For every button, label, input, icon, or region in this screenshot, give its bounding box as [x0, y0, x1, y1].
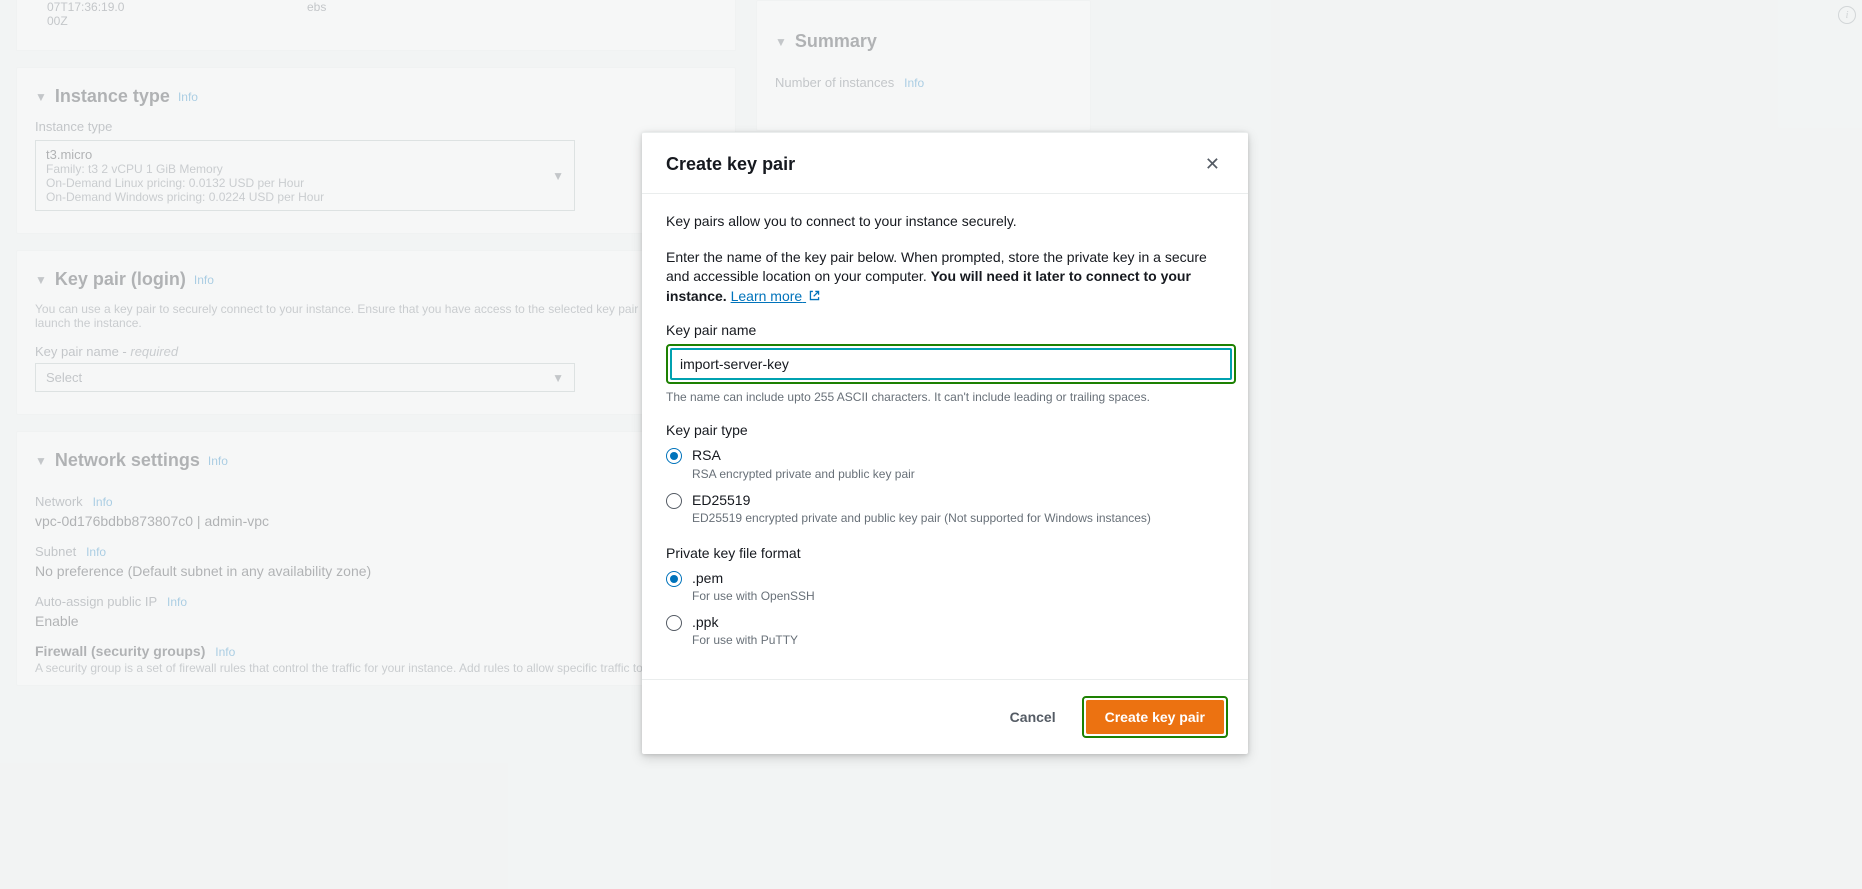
- create-key-pair-button[interactable]: Create key pair: [1086, 700, 1224, 734]
- radio-label: RSA: [692, 446, 915, 464]
- radio-desc: For use with OpenSSH: [692, 589, 815, 603]
- radio-desc: For use with PuTTY: [692, 633, 798, 647]
- key-pair-name-label: Key pair name: [666, 322, 1224, 338]
- radio-icon: [666, 571, 682, 587]
- key-pair-type-label: Key pair type: [666, 422, 1224, 438]
- key-pair-name-input[interactable]: [670, 348, 1232, 380]
- modal-title: Create key pair: [666, 154, 795, 175]
- radio-pem[interactable]: .pem For use with OpenSSH: [666, 569, 1224, 603]
- radio-ppk[interactable]: .ppk For use with PuTTY: [666, 613, 1224, 647]
- radio-desc: RSA encrypted private and public key pai…: [692, 467, 915, 481]
- radio-icon: [666, 615, 682, 631]
- radio-label: .pem: [692, 569, 815, 587]
- key-pair-name-help: The name can include upto 255 ASCII char…: [666, 390, 1224, 404]
- modal-intro: Key pairs allow you to connect to your i…: [666, 212, 1224, 232]
- cancel-button[interactable]: Cancel: [996, 701, 1070, 733]
- file-format-group: .pem For use with OpenSSH .ppk For use w…: [666, 569, 1224, 647]
- radio-label: ED25519: [692, 491, 1151, 509]
- create-key-pair-modal: Create key pair ✕ Key pairs allow you to…: [642, 132, 1248, 754]
- radio-desc: ED25519 encrypted private and public key…: [692, 511, 1151, 525]
- radio-ed25519[interactable]: ED25519 ED25519 encrypted private and pu…: [666, 491, 1224, 525]
- file-format-label: Private key file format: [666, 545, 1224, 561]
- radio-icon: [666, 448, 682, 464]
- key-pair-type-group: RSA RSA encrypted private and public key…: [666, 446, 1224, 524]
- radio-label: .ppk: [692, 613, 798, 631]
- close-icon[interactable]: ✕: [1201, 151, 1224, 177]
- radio-rsa[interactable]: RSA RSA encrypted private and public key…: [666, 446, 1224, 480]
- learn-more-link[interactable]: Learn more: [731, 288, 821, 304]
- modal-instructions: Enter the name of the key pair below. Wh…: [666, 248, 1224, 307]
- radio-icon: [666, 493, 682, 509]
- external-link-icon: [808, 289, 821, 302]
